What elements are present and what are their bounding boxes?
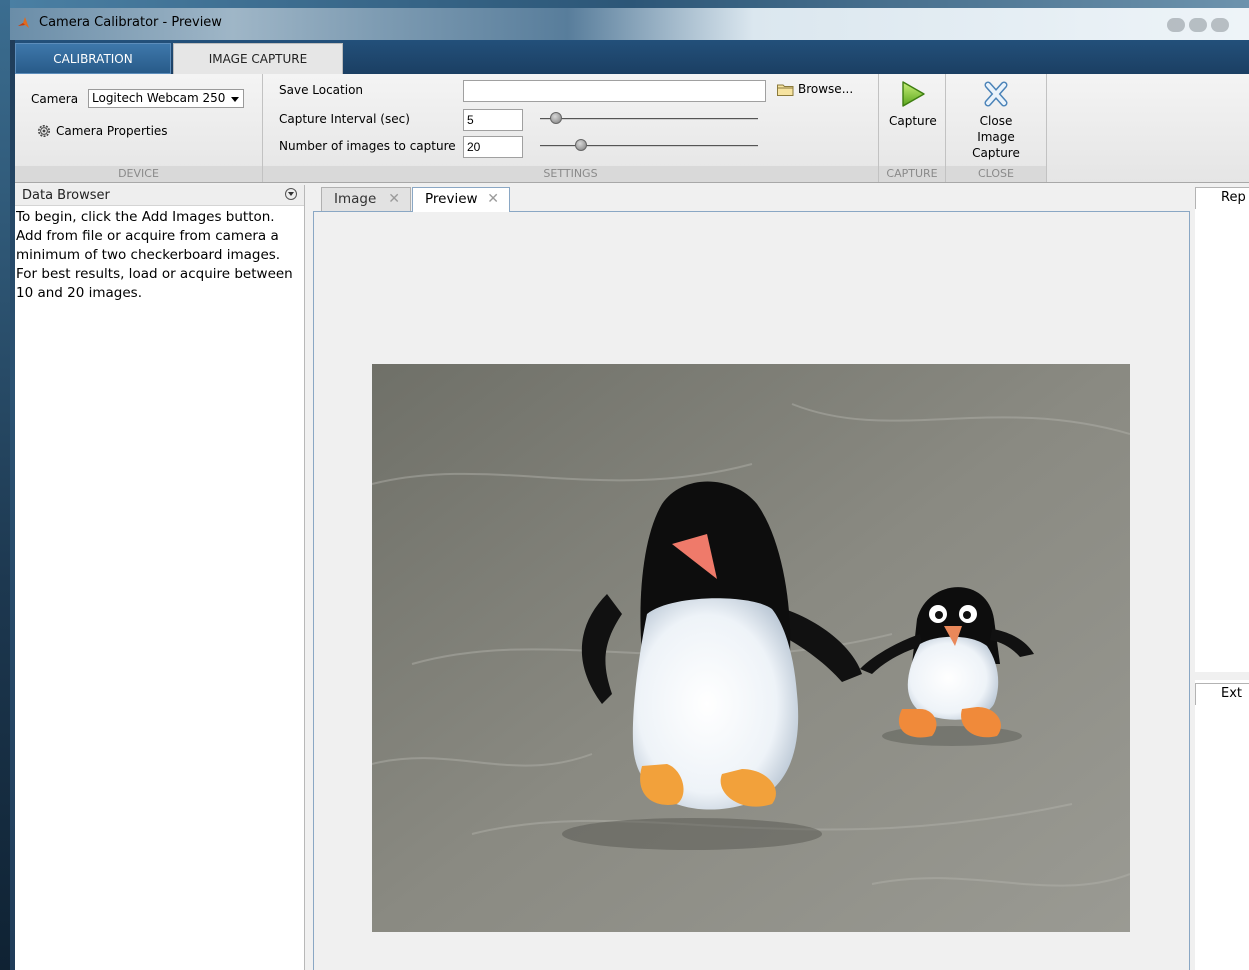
close-x-icon	[984, 81, 1008, 107]
penguins-photo	[372, 364, 1130, 932]
capture-interval-label: Capture Interval (sec)	[279, 112, 410, 126]
close-image-capture-button[interactable]: Close Image Capture	[953, 79, 1039, 161]
data-browser-header: Data Browser	[15, 185, 304, 206]
tab-calibration[interactable]: CALIBRATION	[15, 43, 171, 74]
camera-properties-button[interactable]: Camera Properties	[37, 124, 168, 138]
close-tab-icon[interactable]: ✕	[487, 188, 499, 210]
desktop-background-top	[10, 0, 1249, 8]
capture-interval-slider[interactable]	[540, 112, 758, 126]
camera-select-value: Logitech Webcam 250	[92, 91, 226, 105]
document-tab-bar: Image ✕ Preview ✕	[313, 187, 1190, 212]
minimize-icon[interactable]	[1167, 18, 1185, 32]
close-label-line2: Image Capture	[972, 130, 1020, 160]
image-count-slider[interactable]	[540, 139, 758, 153]
maximize-icon[interactable]	[1189, 18, 1207, 32]
section-label-capture: CAPTURE	[886, 167, 938, 180]
close-section: Close Image Capture CLOSE	[946, 74, 1047, 182]
tab-preview-label: Preview	[425, 191, 478, 207]
tab-reprojection-errors[interactable]: Rep	[1195, 187, 1249, 209]
close-tab-icon[interactable]: ✕	[388, 188, 400, 210]
close-label-line1: Close	[979, 114, 1013, 128]
camera-properties-label: Camera Properties	[56, 124, 168, 138]
folder-icon	[777, 84, 794, 96]
close-window-icon[interactable]	[1211, 18, 1229, 32]
capture-button[interactable]: Capture	[889, 79, 937, 129]
tab-preview[interactable]: Preview ✕	[412, 187, 510, 212]
tab-image-label: Image	[334, 191, 377, 207]
data-browser-title: Data Browser	[22, 188, 110, 203]
tab-image-capture[interactable]: IMAGE CAPTURE	[173, 43, 343, 74]
browse-label: Browse...	[798, 82, 854, 96]
window-controls[interactable]	[1167, 18, 1229, 32]
camera-preview-image	[372, 364, 1130, 932]
tab-reprojection-label: Rep	[1221, 190, 1246, 205]
camera-select[interactable]: Logitech Webcam 250	[88, 89, 244, 108]
chevron-down-icon	[231, 97, 239, 102]
camera-label: Camera	[31, 92, 79, 106]
panel-divider[interactable]	[1195, 672, 1249, 680]
tab-image[interactable]: Image ✕	[321, 187, 411, 211]
image-count-input[interactable]	[463, 136, 523, 158]
capture-section: Capture CAPTURE	[879, 74, 946, 182]
section-label-device: DEVICE	[118, 167, 159, 180]
ribbon-toolstrip: Camera Logitech Webcam 250 Camera Proper…	[15, 74, 1249, 183]
save-location-label: Save Location	[279, 83, 364, 97]
right-panel-area: Rep Ext	[1195, 187, 1249, 970]
panel-options-icon[interactable]	[285, 188, 297, 200]
play-icon	[902, 81, 925, 107]
save-location-input[interactable]	[463, 80, 766, 102]
image-count-label: Number of images to capture	[279, 139, 456, 153]
data-browser-message: To begin, click the Add Images button. A…	[16, 209, 293, 301]
slider-thumb[interactable]	[575, 139, 588, 151]
gear-icon	[38, 125, 50, 137]
tab-extrinsics[interactable]: Ext	[1195, 683, 1249, 705]
ribbon-tab-strip: CALIBRATION IMAGE CAPTURE	[15, 40, 1249, 74]
slider-thumb[interactable]	[550, 112, 563, 124]
desktop-background	[0, 0, 10, 970]
section-label-settings: SETTINGS	[543, 167, 598, 180]
window-titlebar[interactable]: Camera Calibrator - Preview	[10, 8, 1249, 40]
settings-section: Save Location Browse... Capture Interval…	[263, 74, 879, 182]
capture-label: Capture	[889, 114, 937, 128]
window-title: Camera Calibrator - Preview	[39, 15, 222, 30]
browse-button[interactable]: Browse...	[777, 82, 853, 96]
device-section: Camera Logitech Webcam 250 Camera Proper…	[15, 74, 263, 182]
matlab-logo-icon	[18, 17, 29, 28]
section-label-close: CLOSE	[977, 167, 1014, 180]
capture-interval-input[interactable]	[463, 109, 523, 131]
tab-extrinsics-label: Ext	[1221, 686, 1243, 701]
data-browser-panel: Data Browser To begin, click the Add Ima…	[15, 185, 305, 970]
